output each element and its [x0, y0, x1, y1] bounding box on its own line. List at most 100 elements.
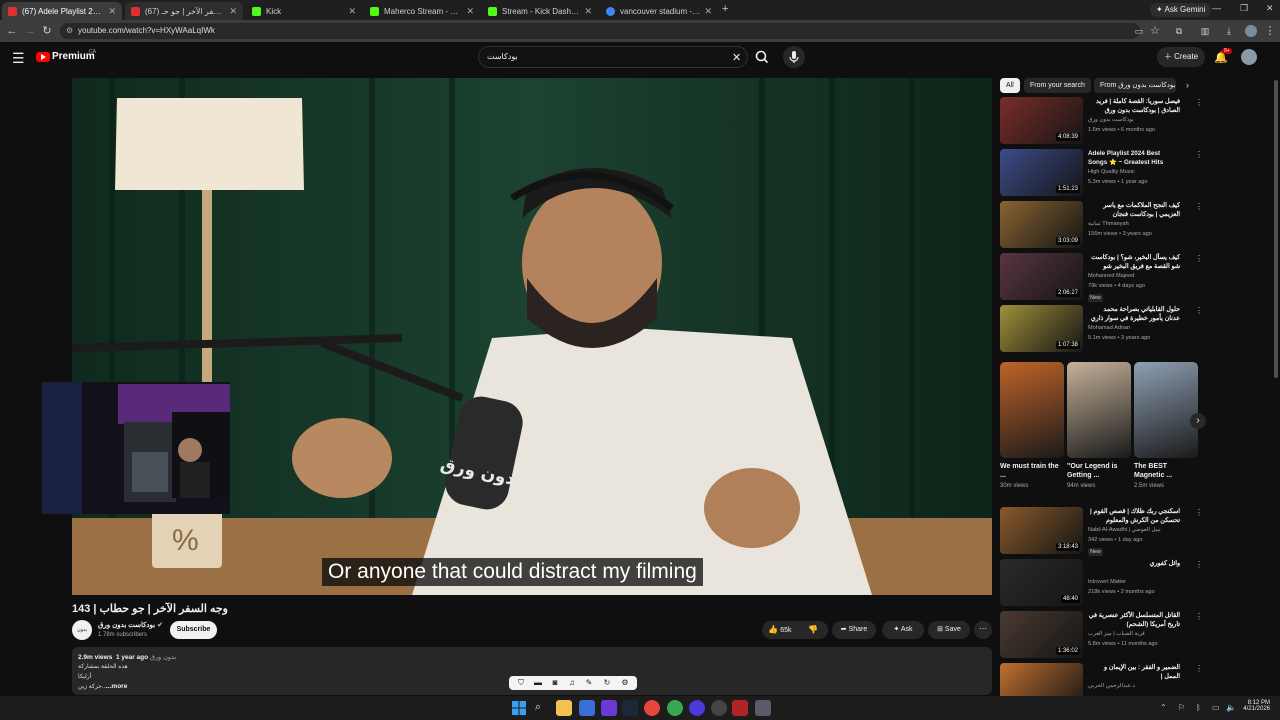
address-bar[interactable]: ⚙ youtube.com/watch?v=HXyWAaLqIWk — [60, 23, 1140, 39]
recommendation-channel[interactable]: Introvert Matter — [1088, 579, 1126, 585]
search-input[interactable]: بودكاست — [478, 46, 748, 68]
clock[interactable]: 8:12 PM 4/21/2026 — [1240, 700, 1270, 712]
bookmark-star-icon[interactable]: ☆ — [1148, 24, 1162, 38]
video-thumbnail[interactable]: 48:40 — [1000, 559, 1083, 606]
more-actions-button[interactable]: ⋯ — [974, 621, 992, 639]
browser-tab[interactable]: (67) Adele Playlist 2024 Best So... ✕ — [2, 2, 122, 20]
channel-avatar[interactable]: بدون ورق — [72, 620, 92, 653]
more-vert-icon[interactable]: ⋮ — [1195, 612, 1203, 621]
voice-search-button[interactable] — [783, 46, 805, 68]
profile-avatar[interactable] — [1245, 25, 1257, 37]
minimize-icon[interactable]: — — [1212, 3, 1221, 13]
dislike-button[interactable]: 👎 — [808, 625, 818, 634]
extensions-icon[interactable]: ⧉ — [1172, 24, 1186, 38]
channel-name[interactable]: بودكاست بدون ورق ✔ — [98, 621, 163, 629]
video-thumbnail[interactable]: 3:18:43 — [1000, 507, 1083, 554]
filter-chip-from-search[interactable]: From your search — [1024, 78, 1091, 93]
filter-chip-all[interactable]: All — [1000, 78, 1020, 93]
clear-search-icon[interactable]: ✕ — [732, 51, 741, 64]
obs-icon[interactable] — [689, 700, 705, 716]
short-thumbnail[interactable] — [1134, 362, 1198, 458]
more-vert-icon[interactable]: ⋮ — [1195, 508, 1203, 517]
discord-icon[interactable] — [601, 700, 617, 716]
audio-icon[interactable]: ♫ — [567, 678, 577, 688]
share-button[interactable]: ➦ Share — [832, 621, 876, 639]
browser-tab[interactable]: Maherco Stream - Watch Live o... ✕ — [364, 2, 480, 20]
recommendation-item[interactable]: 2:06:27 كيف يسأل البخير، شو؟ | بودكاست شو… — [1000, 253, 1203, 302]
chrome-profile-icon[interactable] — [667, 700, 683, 716]
recommendation-title[interactable]: اسكنجي ربك ظلاك | قصص القوم | تحسكن من ا… — [1088, 507, 1180, 525]
taskbar-search-icon[interactable]: ⌕ — [535, 701, 541, 714]
recommendation-channel[interactable]: د.عبدالرحمن الحربي — [1088, 683, 1135, 689]
more-vert-icon[interactable]: ⋮ — [1195, 306, 1203, 315]
shorts-next-arrow-icon[interactable]: › — [1190, 413, 1206, 429]
recommendation-channel[interactable]: Mohamad Adnan — [1088, 325, 1130, 331]
forward-icon[interactable]: → — [23, 24, 37, 38]
download-icon[interactable]: ⤓ — [1222, 24, 1236, 38]
recommendation-channel[interactable]: High Quality Music — [1088, 169, 1135, 175]
file-explorer-icon[interactable] — [556, 700, 572, 716]
browser-tab[interactable]: Stream - Kick Dashboard ✕ — [482, 2, 598, 20]
taskbar-app-icon[interactable] — [711, 700, 727, 716]
close-icon[interactable]: ✕ — [108, 6, 116, 17]
recommendation-item[interactable]: 48:40 وائل كفوري Introvert Matter 218k view… — [1000, 559, 1203, 607]
volume-icon[interactable]: 🔈 — [1226, 703, 1236, 712]
calculator-icon[interactable] — [755, 700, 771, 716]
create-button[interactable]: ＋ Create — [1157, 47, 1205, 67]
folder-icon[interactable]: ▬ — [533, 678, 543, 688]
page-scrollbar[interactable] — [1274, 80, 1278, 378]
recommendation-item[interactable]: 3:18:43 اسكنجي ربك ظلاك | قصص القوم | تحس… — [1000, 507, 1203, 556]
video-player[interactable]: % بدون ورق — [72, 78, 992, 595]
chrome-icon[interactable] — [644, 700, 660, 716]
close-icon[interactable]: ✕ — [348, 6, 356, 17]
close-icon[interactable]: ✕ — [229, 6, 237, 17]
short-item[interactable]: The BEST Magnetic ... 2.5m views — [1134, 362, 1198, 489]
maximize-icon[interactable]: ❐ — [1240, 3, 1248, 14]
close-icon[interactable]: ✕ — [466, 6, 474, 17]
recommendation-channel[interactable]: ثمانية Thmanyah — [1088, 221, 1129, 227]
recommendation-item[interactable]: 1:07:38 حلول القابلياتي بصراحة محمد عدنان… — [1000, 305, 1203, 353]
sidepanel-icon[interactable]: ▥ — [1198, 24, 1212, 38]
video-thumbnail[interactable]: 1:51:23 — [1000, 149, 1083, 196]
back-icon[interactable]: ← — [5, 24, 19, 38]
settings-icon[interactable]: ⚙ — [620, 678, 630, 688]
close-icon[interactable]: ✕ — [704, 6, 712, 17]
tray-app-icon[interactable]: ⚐ — [1178, 703, 1185, 712]
taskbar-app-icon[interactable] — [579, 700, 595, 716]
site-info-icon[interactable]: ⚙ — [66, 23, 73, 39]
close-icon[interactable]: ✕ — [584, 6, 592, 17]
more-vert-icon[interactable]: ⋮ — [1195, 254, 1203, 263]
recommendation-title[interactable]: فيصل سوريا: القصة كاملة | فريد الصادق | … — [1088, 97, 1180, 115]
shield-icon[interactable]: ⛉ — [516, 678, 526, 688]
show-more-link[interactable]: ...more — [106, 683, 127, 690]
monitor-icon[interactable]: ▭ — [1212, 703, 1220, 712]
browser-tab[interactable]: (67) وجه السفر الآخر | جو حـ... ✕ — [125, 2, 243, 20]
recommendation-title[interactable]: القاتل المتسلسل الأكثر عنصرية في تاريخ أ… — [1088, 611, 1180, 629]
like-button[interactable]: 👍 65k — [768, 625, 792, 634]
account-avatar[interactable] — [1241, 49, 1257, 65]
video-thumbnail[interactable]: 1:36:02 — [1000, 611, 1083, 658]
chrome-menu-icon[interactable]: ⋮ — [1263, 24, 1277, 38]
more-vert-icon[interactable]: ⋮ — [1195, 664, 1203, 673]
recommendation-item[interactable]: 1:36:02 القاتل المتسلسل الأكثر عنصرية في … — [1000, 611, 1203, 659]
hashtag[interactable]: بدون ورق — [150, 654, 176, 661]
new-tab-icon[interactable]: + — [722, 3, 728, 15]
menu-icon[interactable]: ☰ — [12, 51, 25, 65]
recommendation-title[interactable]: كيف النجح الملاكمات مع ياسر العزيمي | بو… — [1088, 201, 1180, 219]
filter-chip-from-channel[interactable]: From بودكاست بدون ورق — [1094, 78, 1176, 93]
recommendation-channel[interactable]: بودكاست بدون ورق — [1088, 117, 1134, 123]
windows-start-icon[interactable] — [512, 701, 526, 715]
short-item[interactable]: "Our Legend is Getting ... 94m views — [1067, 362, 1131, 489]
recommendation-item[interactable]: 1:51:23 Adele Playlist 2024 Best Songs ⭐ … — [1000, 149, 1203, 197]
reload-icon[interactable]: ↻ — [40, 24, 54, 38]
youtube-logo-icon[interactable] — [36, 52, 50, 62]
more-vert-icon[interactable]: ⋮ — [1195, 202, 1203, 211]
recommendation-title[interactable]: كيف يسأل البخير، شو؟ | بودكاست شو القصة … — [1088, 253, 1180, 271]
subscribe-button[interactable]: Subscribe — [170, 621, 217, 639]
save-button[interactable]: ⊞ Save — [928, 621, 970, 639]
window-close-icon[interactable]: ✕ — [1266, 3, 1274, 14]
chevron-right-icon[interactable]: › — [1186, 80, 1189, 90]
recommendation-channel[interactable]: قرية الضباب | ميز الغرب — [1088, 631, 1145, 637]
more-vert-icon[interactable]: ⋮ — [1195, 98, 1203, 107]
search-button[interactable] — [752, 47, 772, 67]
